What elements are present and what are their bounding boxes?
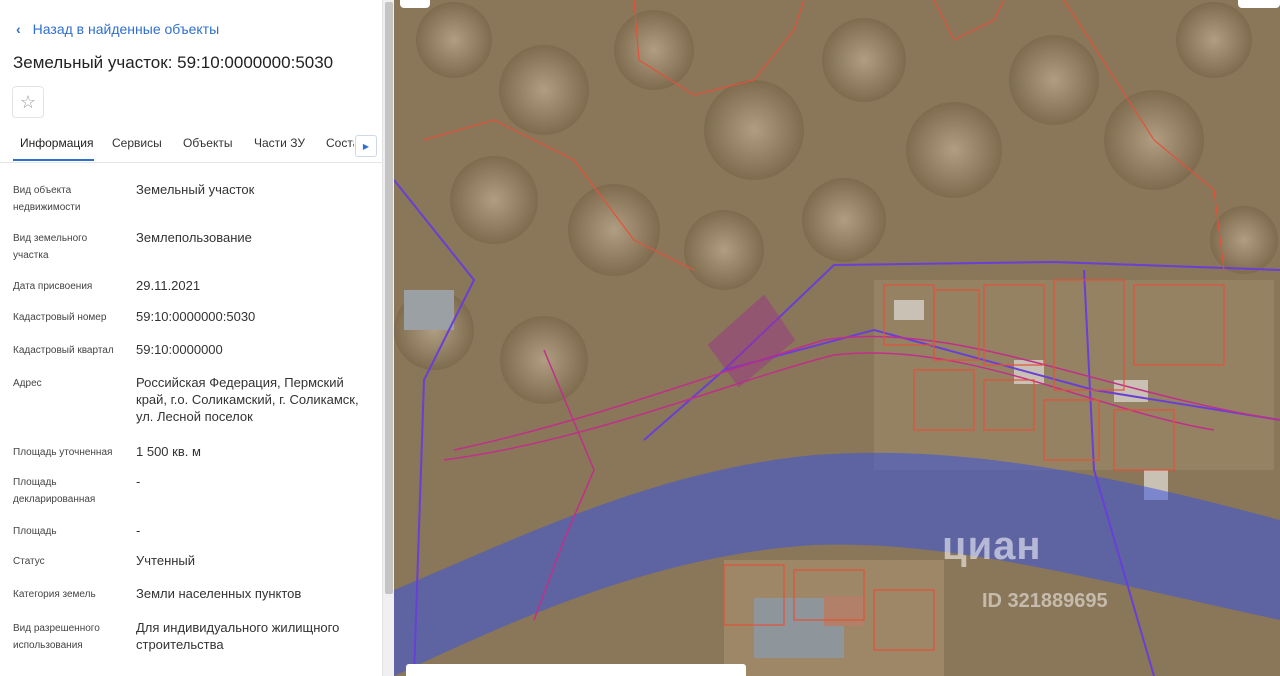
- back-link-label: Назад в найденные объекты: [32, 21, 220, 37]
- field-label: Категория земель: [13, 589, 96, 600]
- cadastral-map[interactable]: циан ID 321889695: [394, 0, 1280, 676]
- field-label: Кадастровый номер: [13, 312, 107, 323]
- field-label: Вид объекта недвижимости: [13, 185, 81, 213]
- field-label: Адрес: [13, 378, 42, 389]
- field-value: Учтенный: [136, 553, 196, 568]
- tabs-scroll-right-button[interactable]: ▶: [355, 135, 377, 157]
- field-label: Площадь: [13, 526, 57, 537]
- field-value: Земельный участок: [136, 182, 255, 197]
- field-value: -: [136, 474, 141, 489]
- field-label: Площадь декларированная: [13, 477, 96, 505]
- field-value: 59:10:0000000: [136, 342, 223, 357]
- field-value: 1 500 кв. м: [136, 444, 201, 459]
- field-value: 59:10:0000000:5030: [136, 309, 256, 324]
- tab-services[interactable]: Сервисы: [112, 136, 162, 150]
- watermark-logo: циан: [942, 524, 1042, 568]
- tab-objects[interactable]: Объекты: [183, 136, 233, 150]
- map-top-left-control[interactable]: [400, 0, 430, 8]
- field-label: Вид разрешенного использования: [13, 623, 100, 651]
- star-icon: ☆: [19, 91, 37, 112]
- favorite-button[interactable]: ☆: [12, 86, 44, 118]
- tab-information[interactable]: Информация: [20, 136, 93, 150]
- triangle-right-icon: ▶: [362, 141, 370, 151]
- field-value: Для индивидуального жилищного строительс…: [136, 620, 340, 652]
- watermark-id: ID 321889695: [982, 590, 1108, 612]
- field-label: Дата присвоения: [13, 281, 93, 292]
- map-top-right-control[interactable]: [1238, 0, 1280, 8]
- map-bottom-card[interactable]: [406, 664, 746, 676]
- back-link[interactable]: ‹ Назад в найденные объекты: [16, 21, 219, 37]
- page-title: Земельный участок: 59:10:0000000:5030: [13, 53, 334, 72]
- tab-bar: Информация Сервисы Объекты Части ЗУ Сост…: [0, 126, 382, 163]
- map-canvas[interactable]: [394, 0, 1280, 676]
- field-value: Земли населенных пунктов: [136, 586, 302, 601]
- tab-composition[interactable]: Соста: [326, 136, 354, 150]
- field-value: Российская Федерация, Пермский край, г.о…: [136, 375, 359, 424]
- chevron-left-icon: ‹: [16, 21, 21, 37]
- panel-scrollbar[interactable]: [382, 0, 394, 676]
- field-label: Кадастровый квартал: [13, 345, 114, 356]
- field-value: 29.11.2021: [136, 278, 201, 293]
- tab-parts[interactable]: Части ЗУ: [254, 136, 305, 150]
- field-label: Площадь уточненная: [13, 447, 113, 458]
- object-info-panel: ‹ Назад в найденные объекты Земельный уч…: [0, 0, 382, 676]
- scrollbar-thumb[interactable]: [385, 2, 393, 594]
- active-tab-indicator: [13, 159, 94, 161]
- field-label: Вид земельного участка: [13, 233, 88, 261]
- field-value: -: [136, 523, 141, 538]
- field-label: Статус: [13, 556, 45, 567]
- field-value: Землепользование: [136, 230, 252, 245]
